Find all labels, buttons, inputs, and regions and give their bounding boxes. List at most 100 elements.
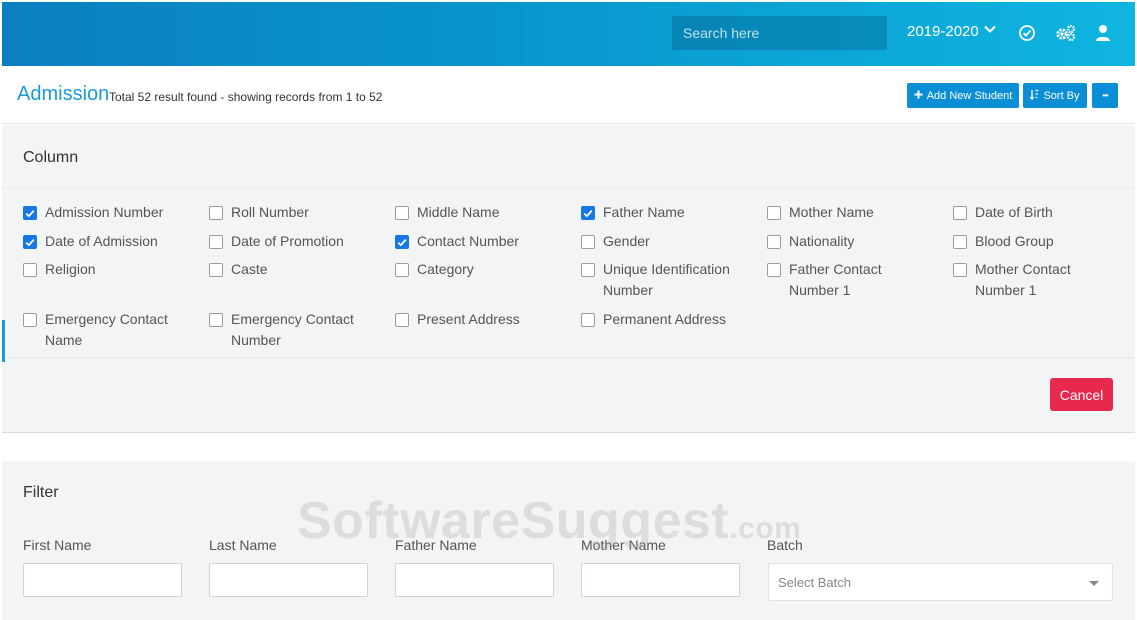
mother-name-input[interactable] <box>581 563 740 597</box>
father-name-label: Father Name <box>395 537 477 553</box>
column-option-label: Present Address <box>417 311 520 327</box>
checkbox[interactable] <box>395 263 409 277</box>
column-option[interactable]: Nationality <box>767 231 953 259</box>
checkbox[interactable] <box>953 206 967 220</box>
checkbox[interactable] <box>953 235 967 249</box>
top-bar: 2019-2020 <box>2 2 1135 66</box>
add-new-student-button[interactable]: Add New Student <box>907 83 1019 108</box>
column-option-label: Father Name <box>603 204 685 220</box>
checkbox-checked[interactable] <box>23 206 37 220</box>
column-panel: Column Admission Number Roll Number Middle… <box>2 125 1135 433</box>
column-option[interactable]: Mother Name <box>767 202 953 231</box>
father-name-input[interactable] <box>395 563 554 597</box>
checkbox[interactable] <box>395 206 409 220</box>
caret-down-icon <box>1089 581 1099 586</box>
column-option-label: Emergency Contact Number <box>231 311 354 348</box>
column-option[interactable]: Caste <box>209 259 395 309</box>
column-option-label: Mother Contact Number 1 <box>975 261 1071 298</box>
column-option[interactable]: Mother Contact Number 1 <box>953 259 1135 309</box>
checkbox[interactable] <box>767 235 781 249</box>
ellipsis-icon: ••• <box>1102 91 1108 100</box>
checkbox[interactable] <box>209 263 223 277</box>
column-option-label: Mother Name <box>789 204 874 220</box>
first-name-input[interactable] <box>23 563 182 597</box>
last-name-input[interactable] <box>209 563 368 597</box>
add-new-student-label: Add New Student <box>926 89 1013 102</box>
chevron-down-icon <box>983 22 997 40</box>
mother-name-label: Mother Name <box>581 537 666 553</box>
column-option-label: Roll Number <box>231 204 309 220</box>
column-option[interactable]: Category <box>395 259 581 309</box>
checkbox[interactable] <box>953 263 967 277</box>
column-option[interactable]: Present Address <box>395 309 581 359</box>
checkbox[interactable] <box>767 206 781 220</box>
checkbox[interactable] <box>209 313 223 327</box>
checkbox[interactable] <box>581 263 595 277</box>
column-options: Admission Number Roll Number Middle Name Fa… <box>23 202 1135 359</box>
scroll-indicator <box>2 320 5 362</box>
checkbox[interactable] <box>23 313 37 327</box>
column-option-label: Emergency Contact Name <box>45 311 168 348</box>
column-option[interactable]: Gender <box>581 231 767 259</box>
filter-heading: Filter <box>23 484 59 501</box>
column-option[interactable]: Date of Admission <box>23 231 209 259</box>
checkbox[interactable] <box>581 313 595 327</box>
column-option[interactable]: Admission Number <box>23 202 209 231</box>
column-option[interactable]: Blood Group <box>953 231 1135 259</box>
year-dropdown[interactable]: 2019-2020 <box>907 22 997 40</box>
checkbox-checked[interactable] <box>581 206 595 220</box>
column-option-label: Unique Identification Number <box>603 261 730 298</box>
sort-by-label: Sort By <box>1043 89 1080 102</box>
page-title: Admission <box>17 83 110 105</box>
column-option[interactable]: Religion <box>23 259 209 309</box>
checkbox[interactable] <box>767 263 781 277</box>
divider <box>2 187 1135 188</box>
column-option[interactable]: Emergency Contact Number <box>209 309 395 359</box>
column-option-label: Admission Number <box>45 204 164 220</box>
page-header: Admission Total 52 result found - showin… <box>2 66 1135 124</box>
user-icon[interactable] <box>1095 24 1115 44</box>
results-summary: Total 52 result found - showing records … <box>109 90 383 104</box>
column-option[interactable]: Father Contact Number 1 <box>767 259 953 309</box>
column-option[interactable]: Unique Identification Number <box>581 259 767 309</box>
column-option[interactable]: Date of Promotion <box>209 231 395 259</box>
column-option-label: Caste <box>231 261 268 277</box>
column-option-label: Date of Admission <box>45 233 158 249</box>
divider <box>2 357 1135 358</box>
column-option[interactable]: Date of Birth <box>953 202 1135 231</box>
checkbox-checked[interactable] <box>23 235 37 249</box>
column-option-label: Date of Birth <box>975 204 1053 220</box>
gears-icon[interactable] <box>1055 24 1076 44</box>
sort-icon <box>1030 89 1039 103</box>
column-heading: Column <box>23 149 79 166</box>
column-option[interactable]: Contact Number <box>395 231 581 259</box>
column-option-label: Religion <box>45 261 96 277</box>
column-option[interactable]: Middle Name <box>395 202 581 231</box>
app-frame: 2019-2020 Admission Total 52 result foun… <box>2 2 1135 620</box>
more-options-button[interactable]: ••• <box>1092 83 1118 108</box>
section-gap <box>2 434 1135 461</box>
checkbox[interactable] <box>581 235 595 249</box>
checkmark-icon <box>397 238 407 246</box>
checkbox-checked[interactable] <box>395 235 409 249</box>
column-option[interactable]: Emergency Contact Name <box>23 309 209 359</box>
checkbox[interactable] <box>395 313 409 327</box>
batch-select[interactable]: Select Batch <box>768 563 1113 601</box>
column-option[interactable]: Permanent Address <box>581 309 767 359</box>
checkmark-icon <box>25 209 35 217</box>
batch-select-placeholder: Select Batch <box>778 575 851 590</box>
column-option-label: Blood Group <box>975 233 1054 249</box>
checkbox[interactable] <box>209 206 223 220</box>
checkbox[interactable] <box>23 263 37 277</box>
search-input[interactable] <box>672 16 887 50</box>
checkmark-icon <box>25 238 35 246</box>
column-option[interactable]: Father Name <box>581 202 767 231</box>
cancel-button[interactable]: Cancel <box>1050 378 1113 411</box>
year-label: 2019-2020 <box>907 22 979 40</box>
column-option-label: Father Contact Number 1 <box>789 261 882 298</box>
column-option-label: Gender <box>603 233 650 249</box>
check-circle-icon[interactable] <box>1018 24 1038 44</box>
sort-by-button[interactable]: Sort By <box>1023 83 1087 108</box>
column-option[interactable]: Roll Number <box>209 202 395 231</box>
checkbox[interactable] <box>209 235 223 249</box>
